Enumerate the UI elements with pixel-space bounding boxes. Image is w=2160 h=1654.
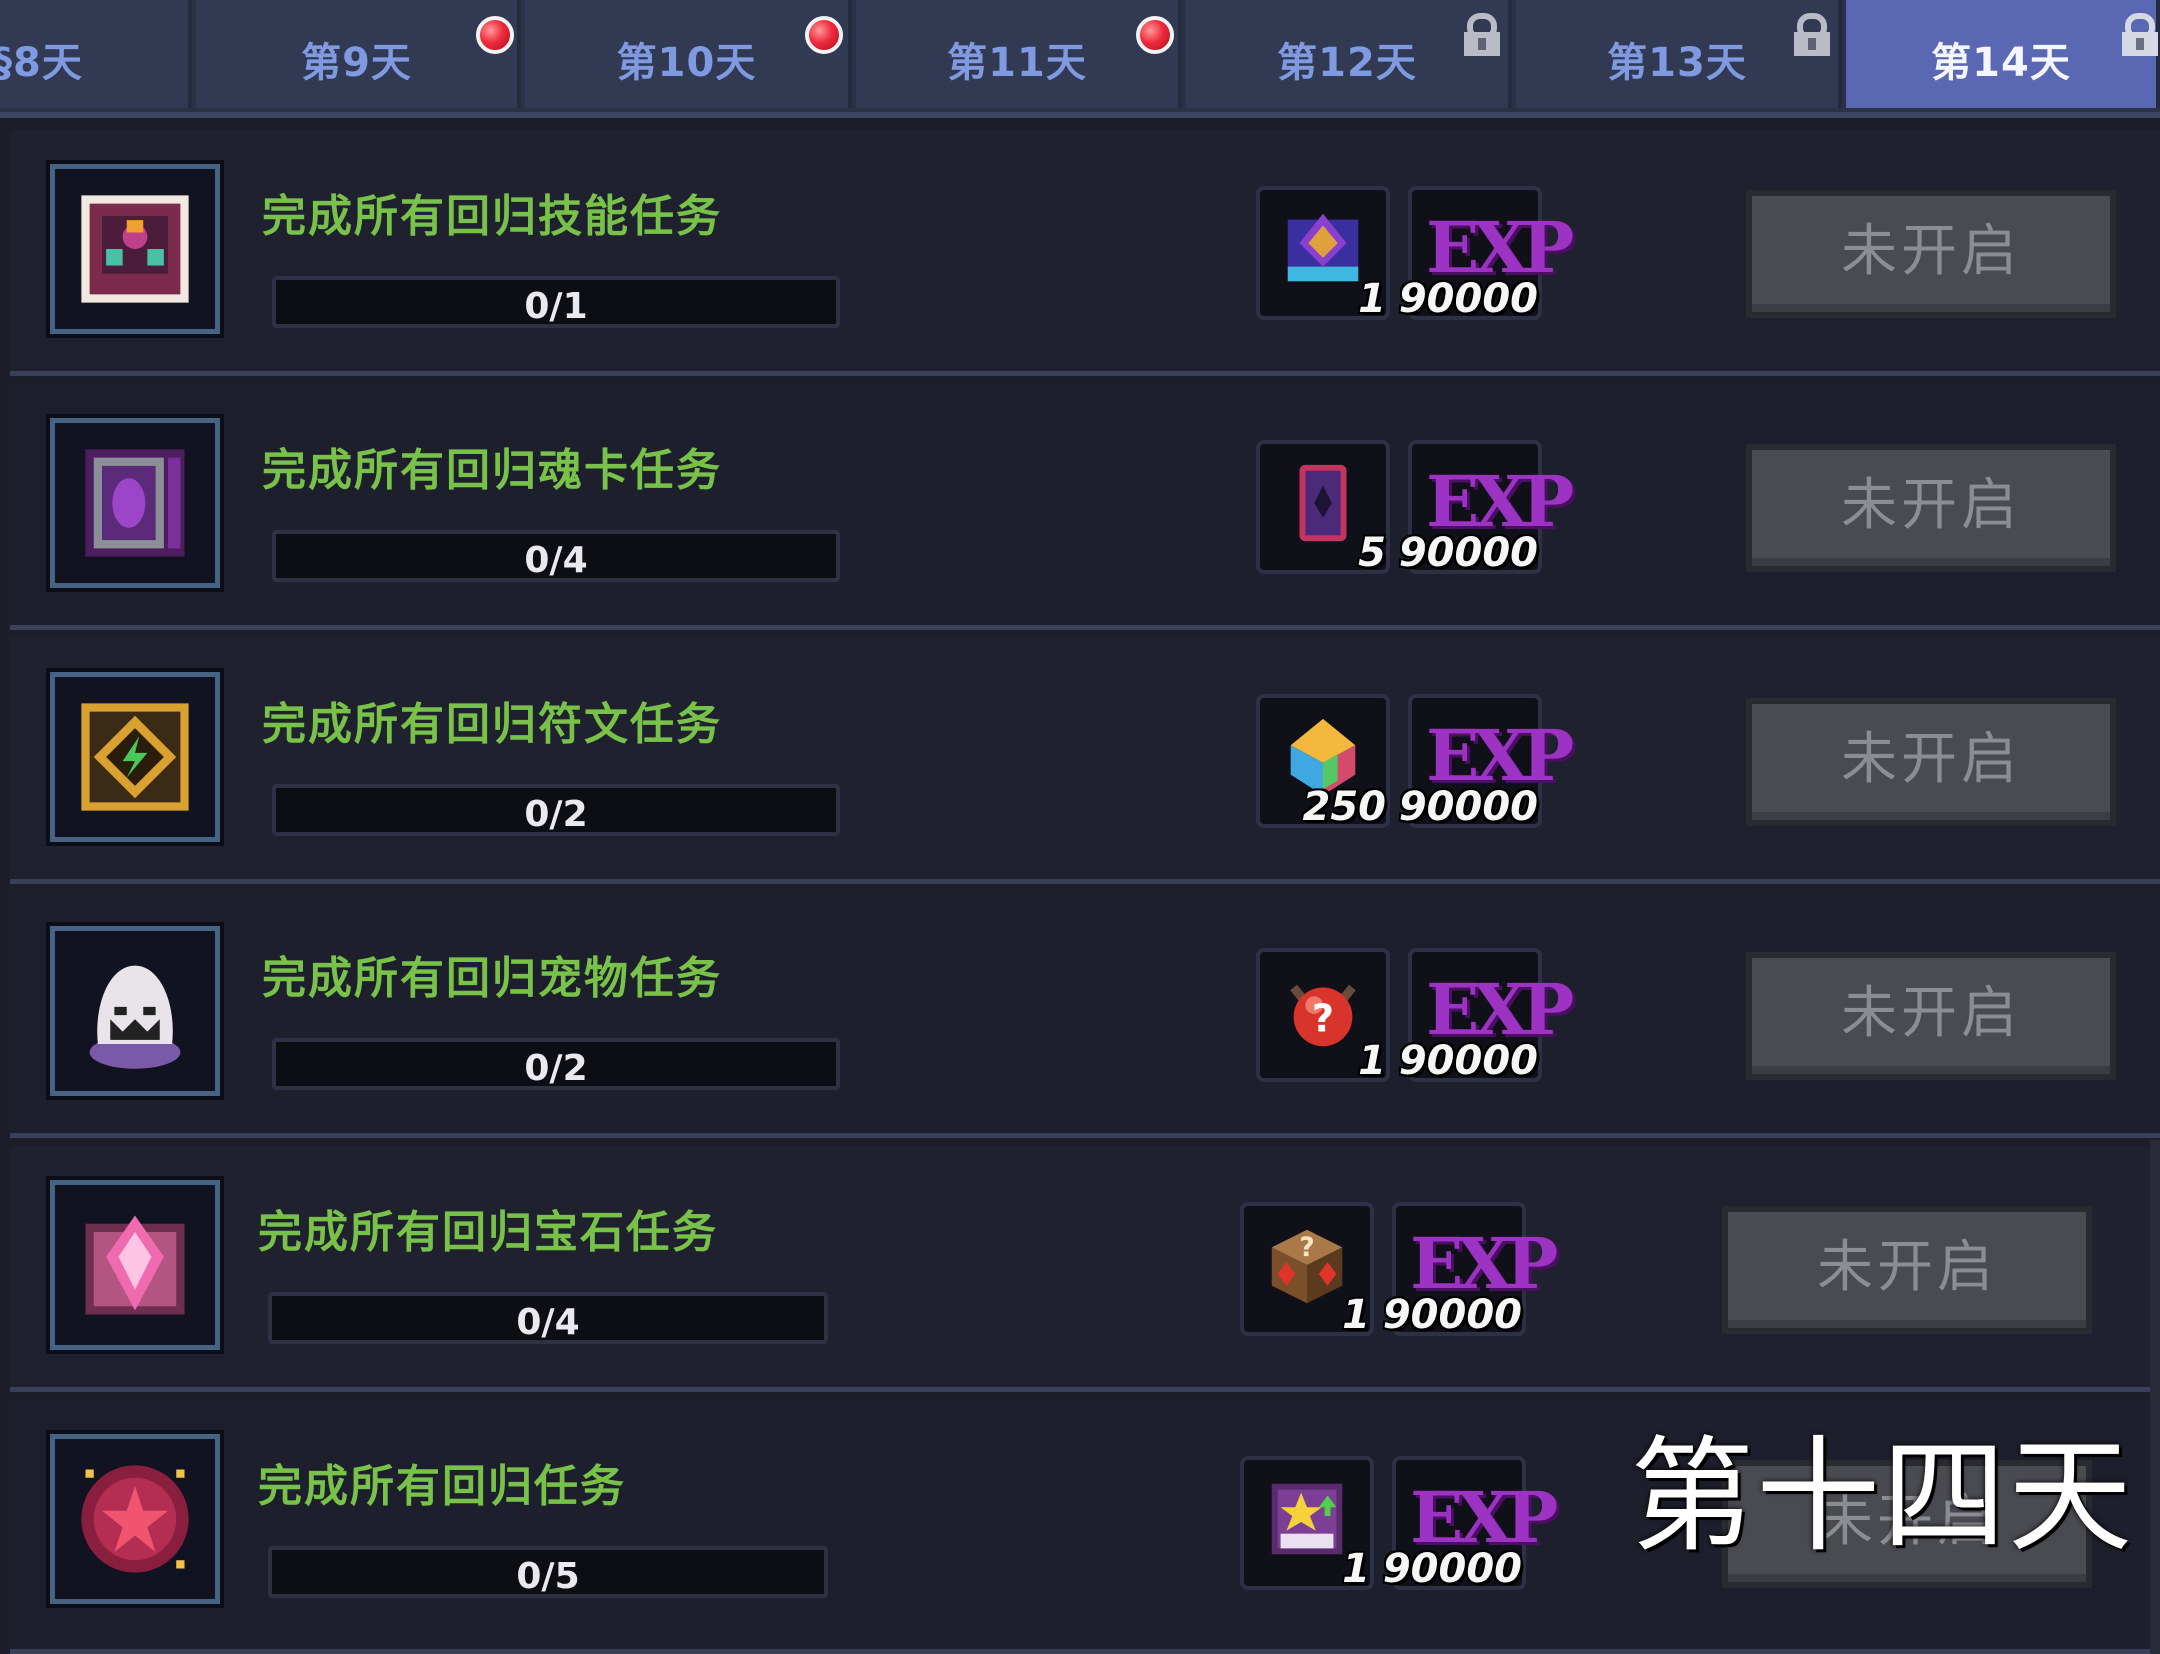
task-row: 完成所有回归符文任务 0/2 250 EXP 90000 未开启 xyxy=(10,638,2160,884)
exp-reward-slot[interactable]: EXP 90000 xyxy=(1399,186,1574,322)
lock-icon xyxy=(2122,13,2158,56)
red-dot-badge-icon xyxy=(1136,16,1174,54)
red-dot-badge-icon xyxy=(805,16,843,54)
progress-bar: 0/5 xyxy=(268,1546,828,1598)
task-title: 完成所有回归魂卡任务 xyxy=(262,445,722,496)
task-status-button[interactable]: 未开启 xyxy=(1722,1206,2092,1334)
rune-icon xyxy=(50,672,220,842)
skill-tome-icon xyxy=(1287,213,1359,282)
soul-card-icon xyxy=(50,418,220,588)
reward-item-slot[interactable]: 5 xyxy=(1256,440,1390,576)
exp-amount: 90000 xyxy=(1398,784,1538,830)
red-dot-badge-icon xyxy=(476,16,514,54)
reward-item-slot[interactable]: ? 1 xyxy=(1256,948,1390,1084)
tab-day-11[interactable]: 第11天 xyxy=(856,0,1182,108)
task-title: 完成所有回归符文任务 xyxy=(262,699,722,750)
skill-book-icon xyxy=(50,164,220,334)
progress-bar: 0/4 xyxy=(268,1292,828,1344)
scrollbar-track[interactable] xyxy=(2150,1140,2160,1654)
progress-text: 0/4 xyxy=(524,540,588,581)
reward-count: 5 xyxy=(1358,530,1386,576)
tab-label: 第14天 xyxy=(1931,40,2071,86)
reward-item-slot[interactable]: 1 xyxy=(1256,186,1390,322)
mystery-chest-icon: ? xyxy=(1271,1229,1343,1304)
exp-reward-slot[interactable]: EXP 90000 xyxy=(1399,694,1574,830)
gem-icon xyxy=(50,1180,220,1350)
reward-count: 1 xyxy=(1342,1546,1370,1592)
exp-reward-slot[interactable]: EXP 90000 xyxy=(1383,1456,1558,1592)
tab-day-8[interactable]: §8天 xyxy=(0,0,192,108)
task-status-button[interactable]: 未开启 xyxy=(1746,952,2116,1080)
star-ticket-icon xyxy=(1271,1483,1343,1555)
exp-amount: 90000 xyxy=(1398,276,1538,322)
reward-count: 1 xyxy=(1358,276,1386,322)
progress-bar: 0/1 xyxy=(272,276,840,328)
task-row: 完成所有回归魂卡任务 0/4 5 EXP 90000 未开启 xyxy=(10,384,2160,630)
task-title: 完成所有回归宝石任务 xyxy=(258,1207,718,1258)
progress-bar: 0/2 xyxy=(272,784,840,836)
tab-day-10[interactable]: 第10天 xyxy=(525,0,852,108)
svg-text:?: ? xyxy=(1299,1232,1314,1263)
reward-item-slot[interactable]: 250 xyxy=(1256,694,1390,830)
exp-reward-slot[interactable]: EXP 90000 xyxy=(1383,1202,1558,1338)
reward-count: 1 xyxy=(1342,1292,1370,1338)
progress-text: 0/2 xyxy=(524,794,588,835)
task-status-button[interactable]: 未开启 xyxy=(1746,190,2116,318)
task-status-button[interactable]: 未开启 xyxy=(1746,698,2116,826)
progress-bar: 0/2 xyxy=(272,1038,840,1090)
reward-item-slot[interactable]: 1 xyxy=(1240,1456,1374,1592)
progress-text: 0/2 xyxy=(524,1048,588,1089)
exp-reward-slot[interactable]: EXP 90000 xyxy=(1399,440,1574,576)
exp-amount: 90000 xyxy=(1382,1546,1522,1592)
exp-amount: 90000 xyxy=(1382,1292,1522,1338)
task-title: 完成所有回归任务 xyxy=(258,1461,626,1512)
lock-icon xyxy=(1794,13,1830,56)
tab-label: 第10天 xyxy=(616,40,757,86)
reward-count: 1 xyxy=(1358,1038,1386,1084)
tab-label: 第9天 xyxy=(301,40,412,86)
tab-day-9[interactable]: 第9天 xyxy=(196,0,521,108)
tab-day-13[interactable]: 第13天 xyxy=(1516,0,1842,108)
mystery-egg-icon: ? xyxy=(1290,984,1356,1047)
tab-day-14[interactable]: 第14天 xyxy=(1846,0,2160,108)
svg-text:?: ? xyxy=(1312,998,1334,1042)
progress-text: 0/1 xyxy=(524,286,588,327)
task-status-button[interactable]: 未开启 xyxy=(1746,444,2116,572)
exp-amount: 90000 xyxy=(1398,530,1538,576)
day-tab-bar: §8天 第9天 第10天 第11天 第12天 第13天 第14天 xyxy=(0,0,2160,118)
tab-label: §8天 xyxy=(0,40,83,86)
exp-reward-slot[interactable]: EXP 90000 xyxy=(1399,948,1574,1084)
task-title: 完成所有回归宠物任务 xyxy=(262,953,722,1004)
progress-text: 0/4 xyxy=(516,1302,580,1343)
reward-item-slot[interactable]: ? 1 xyxy=(1240,1202,1374,1338)
card-pack-icon xyxy=(1299,464,1347,542)
task-title: 完成所有回归技能任务 xyxy=(262,191,722,242)
exp-amount: 90000 xyxy=(1398,1038,1538,1084)
tab-label: 第11天 xyxy=(947,40,1087,86)
task-row: 完成所有回归宝石任务 0/4 ? 1 EXP 90000 未开启 xyxy=(10,1146,2160,1392)
tab-day-12[interactable]: 第12天 xyxy=(1186,0,1512,108)
task-row: 完成所有回归技能任务 0/1 1 EXP 90000 未开启 xyxy=(10,130,2160,376)
task-row: 完成所有回归宠物任务 0/2 ? 1 EXP 90000 未开启 xyxy=(10,892,2160,1138)
overlay-caption: 第十四天 xyxy=(1630,1425,2135,1569)
reward-count: 250 xyxy=(1302,784,1387,830)
progress-bar: 0/4 xyxy=(272,530,840,582)
star-orb-icon xyxy=(50,1434,220,1604)
lock-icon xyxy=(1464,13,1500,56)
pet-egg-icon xyxy=(50,926,220,1096)
progress-text: 0/5 xyxy=(516,1556,580,1597)
